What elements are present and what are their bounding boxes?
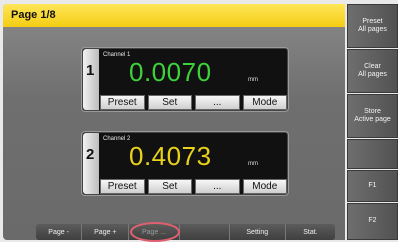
- clear-all-pages-line1: Clear: [364, 62, 381, 70]
- channel-1-mode-button[interactable]: Mode: [242, 95, 287, 110]
- store-active-page-button[interactable]: Store Active page: [347, 94, 398, 138]
- f1-button[interactable]: F1: [347, 170, 398, 202]
- channel-1-display: 1 Channel 1 0.0070 mm Preset Set ... Mod…: [82, 48, 288, 111]
- channel-1-preset-button[interactable]: Preset: [100, 95, 145, 110]
- channel-2-set-button[interactable]: Set: [147, 179, 192, 194]
- channel-2-value: 0.4073: [129, 141, 212, 171]
- title-bar: Page 1/8: [3, 4, 345, 27]
- channel-2-unit: mm: [248, 161, 258, 167]
- channel-1-name: Channel 1: [103, 52, 131, 58]
- f2-button[interactable]: F2: [347, 203, 398, 240]
- channel-1-more-button[interactable]: ...: [195, 95, 240, 110]
- preset-all-pages-line2: All pages: [358, 26, 387, 33]
- channel-2-index: 2: [86, 146, 95, 163]
- channel-2-mode-button[interactable]: Mode: [242, 179, 287, 194]
- nav-spacer: [180, 224, 230, 240]
- clear-all-pages-line2: All pages: [358, 71, 387, 78]
- side-blank-button[interactable]: [347, 139, 398, 169]
- channel-1-index: 1: [86, 62, 95, 79]
- channel-2-softkeys: Preset Set ... Mode: [100, 179, 287, 194]
- setting-button[interactable]: Setting: [230, 224, 286, 240]
- channel-2-preset-button[interactable]: Preset: [100, 179, 145, 194]
- channel-2-index-tab: 2: [83, 133, 99, 194]
- channel-2-display: 2 Channel 2 0.4073 mm Preset Set ... Mod…: [82, 132, 288, 195]
- preset-all-pages-line1: Preset: [362, 17, 383, 25]
- channel-1-set-button[interactable]: Set: [147, 95, 192, 110]
- main-screen: Page 1/8 1 Channel 1 0.0070 mm Preset Se…: [3, 4, 345, 240]
- channel-2-name: Channel 2: [103, 136, 131, 142]
- channel-2-more-button[interactable]: ...: [195, 179, 240, 194]
- stat-button[interactable]: Stat.: [286, 224, 335, 240]
- channel-1-softkeys: Preset Set ... Mode: [100, 95, 287, 110]
- channel-1-index-tab: 1: [83, 49, 99, 110]
- highlight-circle: [130, 222, 180, 242]
- f1-label: F1: [368, 181, 377, 189]
- preset-all-pages-button[interactable]: Preset All pages: [347, 4, 398, 48]
- store-active-page-line2: Active page: [354, 116, 391, 123]
- store-active-page-line1: Store: [364, 107, 381, 115]
- channel-1-value: 0.0070: [129, 57, 212, 87]
- clear-all-pages-button[interactable]: Clear All pages: [347, 49, 398, 93]
- device-frame: Page 1/8 1 Channel 1 0.0070 mm Preset Se…: [0, 0, 398, 242]
- page-minus-button[interactable]: Page -: [36, 224, 83, 240]
- channel-1-unit: mm: [248, 77, 258, 83]
- side-panel: Preset All pages Clear All pages Store A…: [347, 4, 398, 240]
- page-plus-button[interactable]: Page +: [82, 224, 130, 240]
- page-title: Page 1/8: [11, 9, 56, 21]
- f2-label: F2: [368, 217, 377, 225]
- bottom-nav-bar: Page - Page + Page ... Setting Stat.: [36, 224, 335, 240]
